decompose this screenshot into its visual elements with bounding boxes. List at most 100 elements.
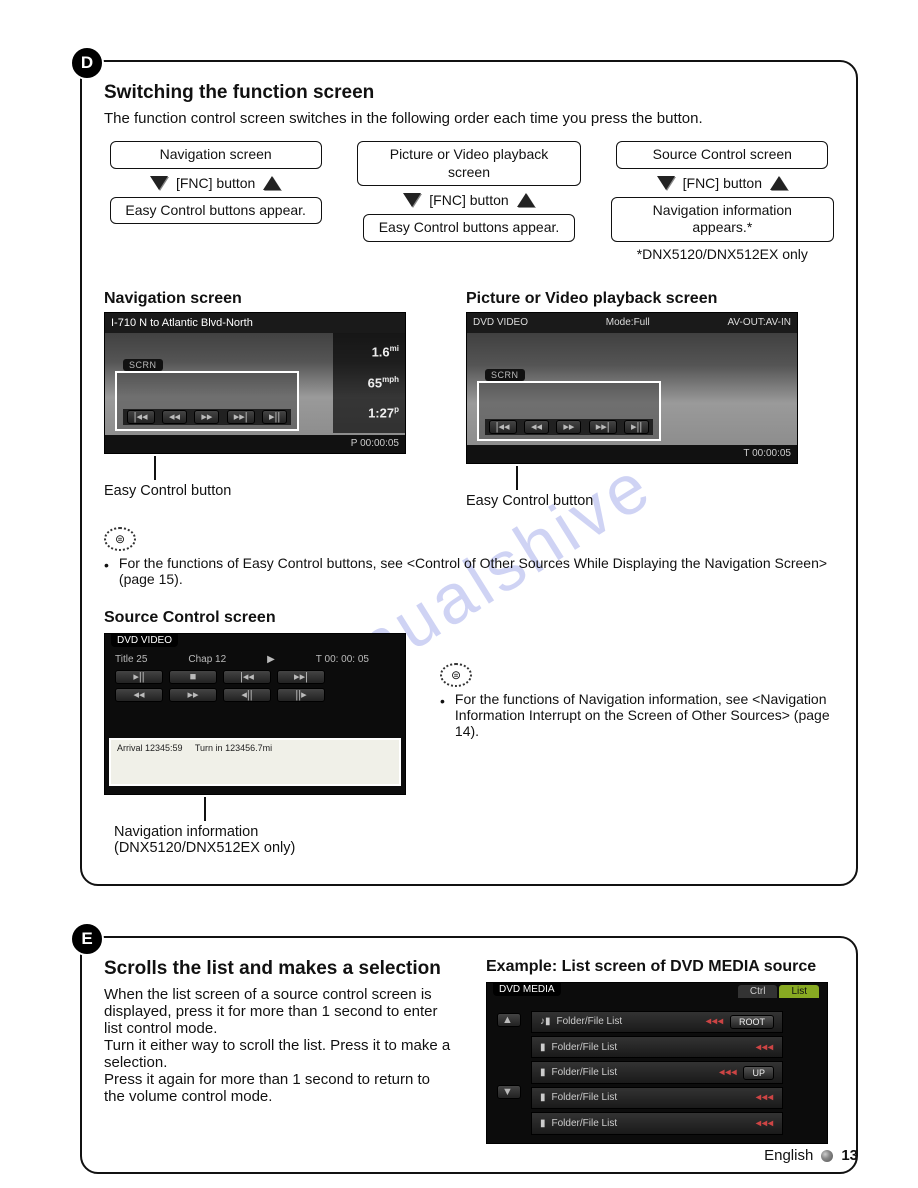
list-label: Folder/File List [552,1042,618,1053]
navigation-screenshot: I-710 N to Atlantic Blvd-North 1.6mi 65m… [104,312,406,454]
example-title: Example: List screen of DVD MEDIA source [486,958,834,976]
list-item[interactable]: ▮ Folder/File List ◂◂◂ [531,1087,783,1109]
flow-column-1: Navigation screen [FNC] button Easy Cont… [104,141,327,262]
rew-button[interactable]: ◂◂ [162,410,187,424]
flow-column-3: Source Control screen [FNC] button Navig… [611,141,834,262]
section-e: E Scrolls the list and makes a selection… [80,936,858,1174]
section-d: D Switching the function screen The func… [80,60,858,886]
list-item[interactable]: ▮ Folder/File List ◂◂◂ [531,1036,783,1058]
list-item[interactable]: ▮ Folder/File List ◂◂◂ UP [531,1061,783,1083]
next-button[interactable]: ▸▸| [589,420,617,434]
src-btn[interactable]: ▸|| [115,670,163,684]
nav-caption: Easy Control button [104,483,406,499]
section-e-p2: Turn it either way to scroll the list. P… [104,1037,452,1071]
flow-top-box: Navigation screen [110,141,322,169]
seek-icon: ◂◂◂ [756,1092,774,1103]
footer-dot-icon [821,1150,833,1162]
src-btn[interactable]: ||▸ [277,688,325,702]
section-badge-e: E [70,922,104,956]
src-btn[interactable]: ▸▸ [169,688,217,702]
list-label: Folder/File List [552,1067,618,1078]
ff-button[interactable]: ▸▸ [556,420,581,434]
list-label: Folder/File List [557,1016,623,1027]
flow-top-box: Source Control screen [616,141,828,169]
section-e-title: Scrolls the list and makes a selection [104,958,452,980]
ff-button[interactable]: ▸▸ [194,410,219,424]
up-button[interactable]: UP [743,1066,774,1080]
folder-icon: ▮ [540,1067,546,1078]
section-e-p1: When the list screen of a source control… [104,986,452,1037]
triangle-up-icon [517,193,535,207]
section-badge-d: D [70,46,104,80]
scroll-down-button[interactable]: ▼ [497,1085,521,1099]
bullet-icon: • [104,557,109,573]
playpause-button[interactable]: ▸|| [624,420,649,434]
video-screenshot: DVD VIDEO Mode:Full AV-OUT:AV-IN SCRN |◂… [466,312,798,464]
seek-icon: ◂◂◂ [719,1067,737,1078]
easy-control-overlay: SCRN |◂◂ ◂◂ ▸▸ ▸▸| ▸|| [115,371,299,431]
nav-speed: 65mph [368,375,399,390]
flow-button-row: [FNC] button [657,175,788,191]
flow-bottom-box: Easy Control buttons appear. [363,214,575,242]
src-btn[interactable]: |◂◂ [223,670,271,684]
tab-ctrl[interactable]: Ctrl [738,985,778,998]
prev-button[interactable]: |◂◂ [127,410,155,424]
next-button[interactable]: ▸▸| [227,410,255,424]
flow-column-2: Picture or Video playback screen [FNC] b… [357,141,580,262]
folder-icon: ▮ [540,1092,546,1103]
src-btn[interactable]: ◂◂ [115,688,163,702]
scroll-up-button[interactable]: ▲ [497,1013,521,1027]
video-bar-left: DVD VIDEO [473,317,528,328]
flow-button-row: [FNC] button [403,192,534,208]
note-icon: ⊜ [104,527,136,551]
nav-time: P 00:00:05 [105,435,405,453]
page-footer: English 13 [764,1147,858,1164]
playpause-button[interactable]: ▸|| [262,410,287,424]
nav-distance: 1.6mi [372,344,399,359]
root-button[interactable]: ROOT [730,1015,774,1029]
leader-line [154,456,156,480]
seek-icon: ◂◂◂ [756,1118,774,1129]
dvd-media-screenshot: DVD MEDIA Ctrl List ▲ ▼ ♪▮ Folder/File L… [486,982,828,1144]
note-icon: ⊜ [440,663,472,687]
source-pill: DVD VIDEO [111,634,178,647]
triangle-down-icon [657,176,675,190]
video-bar-mid: Mode:Full [606,317,650,328]
nav-screenshot-title: Navigation screen [104,290,406,308]
flow-diagram: Navigation screen [FNC] button Easy Cont… [104,141,834,262]
video-bar-right: AV-OUT:AV-IN [727,317,791,328]
src-btn[interactable]: ◂|| [223,688,271,702]
prev-button[interactable]: |◂◂ [489,420,517,434]
bullet-icon: • [440,693,445,709]
src-title: Title 25 [115,654,147,665]
leader-line [204,797,206,821]
tab-list[interactable]: List [779,985,819,998]
nav-direction-text: I-710 N to Atlantic Blvd-North [111,317,253,329]
src-chap: Chap 12 [188,654,226,665]
note-2-text: For the functions of Navigation informat… [455,691,834,739]
overlay-tab: SCRN [123,359,163,371]
src-time: T 00: 00: 05 [316,654,369,665]
panel-turn: Turn in 123456.7mi [195,743,272,753]
src-btn[interactable]: ▸▸| [277,670,325,684]
seek-icon: ◂◂◂ [756,1042,774,1053]
fnc-button-label: [FNC] button [176,175,255,191]
source-screenshot-title: Source Control screen [104,609,406,627]
triangle-up-icon [770,176,788,190]
source-caption: Navigation information (DNX5120/DNX512EX… [114,824,406,856]
flow-footnote: *DNX5120/DNX512EX only [637,246,808,262]
folder-icon: ▮ [540,1118,546,1129]
panel-arrival: Arrival 12345:59 [117,743,183,753]
list-item[interactable]: ▮ Folder/File List ◂◂◂ [531,1112,783,1134]
note-1-text: For the functions of Easy Control button… [119,555,834,587]
flow-bottom-box: Easy Control buttons appear. [110,197,322,225]
nav-info-panel: Arrival 12345:59 Turn in 123456.7mi [109,738,401,786]
section-e-p3: Press it again for more than 1 second to… [104,1071,452,1105]
list-item[interactable]: ♪▮ Folder/File List ◂◂◂ ROOT [531,1011,783,1033]
footer-language: English [764,1147,813,1164]
seek-icon: ◂◂◂ [706,1016,724,1027]
rew-button[interactable]: ◂◂ [524,420,549,434]
nav-eta: 1:27p [368,405,399,420]
src-btn[interactable]: ■ [169,670,217,684]
video-caption: Easy Control button [466,493,798,509]
